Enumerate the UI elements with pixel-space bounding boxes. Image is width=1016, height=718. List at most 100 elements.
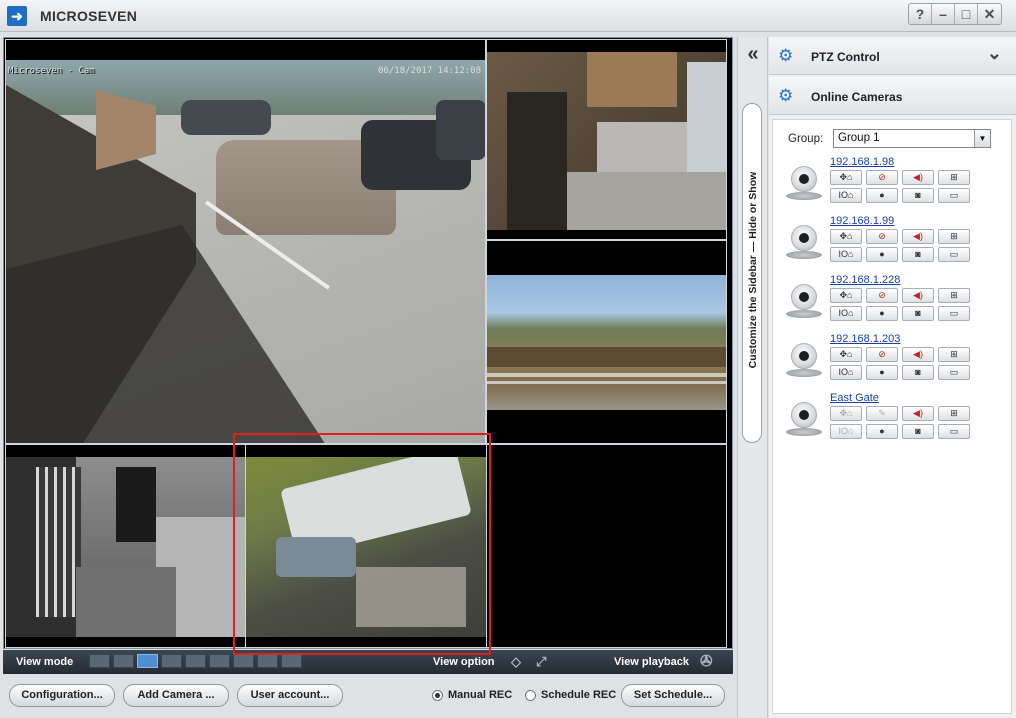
stream-icon[interactable]: ▭ (938, 188, 970, 203)
stream-icon[interactable]: ▭ (938, 247, 970, 262)
camera-icon (786, 284, 822, 322)
schedule-rec-radio[interactable] (525, 690, 536, 701)
group-select-value: Group 1 (838, 132, 880, 144)
mute-speaker-icon[interactable]: ◀) (902, 229, 934, 244)
ptz-control-title: PTZ Control (811, 50, 880, 64)
mute-mic-icon[interactable]: ⊘ (866, 347, 898, 362)
title-bar: ➜ MICROSEVEN ? – □ ✕ (0, 0, 1016, 32)
network-icon[interactable]: ⊞ (938, 229, 970, 244)
ptz-icon[interactable]: ✥⌂ (830, 288, 862, 303)
help-button[interactable]: ? (909, 4, 932, 24)
io-alarm-icon[interactable]: IO⌂ (830, 247, 862, 262)
configuration-button[interactable]: Configuration... (9, 684, 115, 707)
mic-icon[interactable]: ✎ (866, 406, 898, 421)
snapshot-icon[interactable]: ◙ (902, 424, 934, 439)
group-select[interactable]: Group 1 ▼ (833, 129, 991, 148)
mute-mic-icon[interactable]: ⊘ (866, 170, 898, 185)
video-cell-6-empty[interactable] (486, 444, 727, 648)
io-alarm-icon[interactable]: IO⌂ (830, 365, 862, 380)
group-label: Group: (788, 133, 824, 145)
video-cell-3[interactable] (486, 240, 727, 444)
app-window: ➜ MICROSEVEN ? – □ ✕ Microseven - Cam 06… (0, 0, 1016, 718)
collapse-sidebar-icon[interactable]: « (741, 43, 765, 66)
app-title: MICROSEVEN (40, 8, 138, 24)
record-icon[interactable]: ● (866, 247, 898, 262)
camera-controls: ✥⌂ ⊘ ◀) ⊞ IO⌂ ● ◙ ▭ (830, 288, 970, 321)
layout-10-button[interactable] (209, 654, 230, 668)
stream-icon[interactable]: ▭ (938, 306, 970, 321)
io-alarm-icon[interactable]: IO⌂ (830, 188, 862, 203)
camera-name-link[interactable]: 192.168.1.203 (830, 333, 900, 345)
user-account-button[interactable]: User account... (237, 684, 343, 707)
customize-sidebar-tab[interactable]: Customize the Sidebar — Hide or Show (742, 103, 762, 443)
manual-rec-radio[interactable] (432, 690, 443, 701)
mute-mic-icon[interactable]: ⊘ (866, 229, 898, 244)
view-playback-label: View playback (614, 656, 690, 668)
network-icon[interactable]: ⊞ (938, 170, 970, 185)
camera-item: 192.168.1.99 ✥⌂ ⊘ ◀) ⊞ IO⌂ ● ◙ ▭ (783, 215, 1011, 269)
mute-mic-icon[interactable]: ⊘ (866, 288, 898, 303)
chevron-down-icon: ▼ (974, 130, 990, 147)
expand-down-icon[interactable]: ⌄ (987, 43, 1002, 64)
close-button[interactable]: ✕ (978, 4, 1001, 24)
camera-controls: ✥⌂ ⊘ ◀) ⊞ IO⌂ ● ◙ ▭ (830, 170, 970, 203)
sidebar-collapse-column: « Customize the Sidebar — Hide or Show (737, 37, 768, 718)
layout-13-button[interactable] (233, 654, 254, 668)
camera-icon (786, 343, 822, 381)
snapshot-icon[interactable]: ◙ (902, 247, 934, 262)
layout-9-button[interactable] (185, 654, 206, 668)
ptz-icon[interactable]: ✥⌂ (830, 347, 862, 362)
snapshot-icon[interactable]: ◙ (902, 306, 934, 321)
ptz-icon[interactable]: ✥⌂ (830, 406, 862, 421)
ptz-icon[interactable]: ✥⌂ (830, 229, 862, 244)
camera-item: 192.168.1.98 ✥⌂ ⊘ ◀) ⊞ IO⌂ ● ◙ ▭ (783, 156, 1011, 210)
layout-16-button[interactable] (257, 654, 278, 668)
video-cell-1[interactable]: Microseven - Cam 06/18/2017 14:12:08 (5, 39, 486, 444)
schedule-rec-label: Schedule REC (541, 689, 617, 701)
view-mode-label: View mode (16, 656, 74, 668)
snapshot-icon[interactable]: ◙ (902, 365, 934, 380)
set-schedule-button[interactable]: Set Schedule... (621, 684, 725, 707)
layout-1-button[interactable] (89, 654, 110, 668)
network-icon[interactable]: ⊞ (938, 347, 970, 362)
layout-6-button[interactable] (137, 654, 158, 668)
stream-icon[interactable]: ▭ (938, 424, 970, 439)
record-icon[interactable]: ● (866, 365, 898, 380)
video-cell-4[interactable] (5, 444, 246, 648)
fullscreen-icon[interactable]: ⤢ (536, 654, 552, 670)
film-reel-icon[interactable]: ✇ (700, 653, 722, 671)
layers-icon[interactable]: ◇ (511, 654, 527, 670)
snapshot-icon[interactable]: ◙ (902, 188, 934, 203)
online-cameras-header[interactable]: ⚙ Online Cameras (769, 77, 1016, 115)
mute-speaker-icon[interactable]: ◀) (902, 170, 934, 185)
io-alarm-icon[interactable]: IO⌂ (830, 424, 862, 439)
camera-feed-store (6, 457, 245, 637)
minimize-button[interactable]: – (932, 4, 955, 24)
ptz-icon[interactable]: ✥⌂ (830, 170, 862, 185)
layout-25-button[interactable] (281, 654, 302, 668)
camera-osd-name: Microseven - Cam (8, 66, 95, 76)
camera-name-link[interactable]: 192.168.1.98 (830, 156, 894, 168)
mute-speaker-icon[interactable]: ◀) (902, 288, 934, 303)
io-alarm-icon[interactable]: IO⌂ (830, 306, 862, 321)
record-icon[interactable]: ● (866, 424, 898, 439)
camera-item: 192.168.1.228 ✥⌂ ⊘ ◀) ⊞ IO⌂ ● ◙ ▭ (783, 274, 1011, 328)
network-icon[interactable]: ⊞ (938, 406, 970, 421)
ptz-control-header[interactable]: ⚙ PTZ Control ⌄ (769, 37, 1016, 75)
manual-rec-label: Manual REC (448, 689, 513, 701)
camera-name-link[interactable]: East Gate (830, 392, 879, 404)
record-icon[interactable]: ● (866, 188, 898, 203)
mute-speaker-icon[interactable]: ◀) (902, 347, 934, 362)
stream-icon[interactable]: ▭ (938, 365, 970, 380)
layout-8-button[interactable] (161, 654, 182, 668)
maximize-button[interactable]: □ (955, 4, 978, 24)
camera-feed-parking-lot (6, 60, 485, 443)
add-camera-button[interactable]: Add Camera ... (123, 684, 229, 707)
record-icon[interactable]: ● (866, 306, 898, 321)
camera-name-link[interactable]: 192.168.1.228 (830, 274, 900, 286)
camera-name-link[interactable]: 192.168.1.99 (830, 215, 894, 227)
layout-4-button[interactable] (113, 654, 134, 668)
network-icon[interactable]: ⊞ (938, 288, 970, 303)
mute-speaker-icon[interactable]: ◀) (902, 406, 934, 421)
video-cell-2[interactable] (486, 39, 727, 240)
